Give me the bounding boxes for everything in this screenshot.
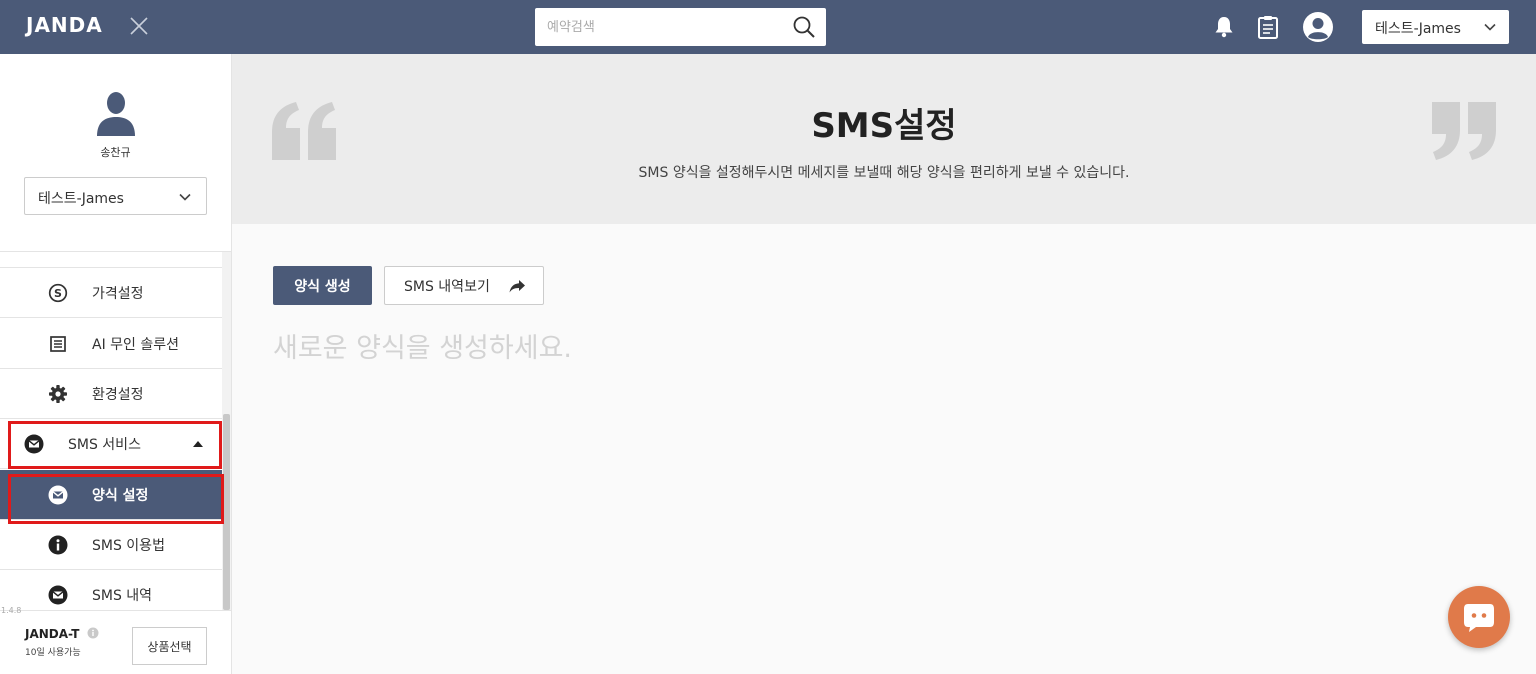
search-icon[interactable] [792,15,816,39]
sidebar-item-label: SMS 이용법 [92,538,165,554]
sidebar-scrollbar-thumb[interactable] [223,414,230,610]
sidebar-item-label: 양식 설정 [92,488,149,504]
info-icon[interactable] [87,627,99,639]
app-logo[interactable]: JANDA [26,13,103,37]
store-select[interactable]: 테스트-James [24,177,207,215]
sidebar-item-hidden[interactable] [0,252,222,268]
sidebar-item-template-settings[interactable]: 양식 설정 [0,470,222,520]
profile-panel: 송찬규 테스트-James [0,54,231,252]
search-input[interactable] [535,8,785,46]
sms-history-button[interactable]: SMS 내역보기 [384,266,544,305]
header-store-label: 테스트-James [1375,21,1461,37]
close-icon[interactable] [128,15,150,37]
top-bar: JANDA 테스트-James [0,0,1536,54]
plan-days: 10일 사용가능 [25,648,81,658]
sidebar-item-ai[interactable]: AI 무인 솔루션 [0,319,222,369]
sms-history-label: SMS 내역보기 [404,278,490,295]
sidebar-item-sms-service[interactable]: SMS 서비스 [0,419,222,469]
create-template-button[interactable]: 양식 생성 [273,266,372,305]
mail-icon [48,485,68,505]
page-subtitle: SMS 양식을 설정해두시면 메세지를 보낼때 해당 양식을 편리하게 보낼 수… [638,165,1130,181]
page-header: SMS설정 SMS 양식을 설정해두시면 메세지를 보낼때 해당 양식을 편리하… [232,54,1536,224]
gear-icon [49,385,67,403]
info-icon [48,535,68,555]
sidebar-item-price[interactable]: S 가격설정 [0,268,222,318]
sidebar-item-sms-history[interactable]: SMS 내역 [0,570,222,610]
avatar[interactable] [95,90,137,136]
sidebar-item-sms-guide[interactable]: SMS 이용법 [0,520,222,570]
page-title: SMS설정 [811,106,957,146]
sidebar-item-label: 가격설정 [92,286,144,302]
version-label: 1.4.8 [1,606,22,615]
select-product-button[interactable]: 상품선택 [132,627,207,665]
empty-state-message: 새로운 양식을 생성하세요. [273,333,572,364]
mail-icon [24,434,44,454]
sidebar-item-label: 환경설정 [92,387,144,403]
mail-icon [48,585,68,605]
dollar-icon: S [48,283,68,303]
chat-button[interactable] [1448,586,1510,648]
sidebar-item-settings[interactable]: 환경설정 [0,369,222,419]
svg-text:S: S [54,287,62,300]
profile-name: 송찬규 [100,146,131,159]
clipboard-icon[interactable] [1255,14,1281,40]
sidebar-footer: JANDA-T 10일 사용가능 상품선택 [0,610,231,674]
chat-bubble-icon [1464,604,1494,632]
calendar-icon [48,252,68,253]
sidebar-item-label: SMS 내역 [92,588,153,604]
caret-up-icon [193,441,203,447]
store-select-label: 테스트-James [38,191,124,207]
share-icon [509,280,525,293]
sidebar: 송찬규 테스트-James S 가격설정 AI 무인 솔루션 환경설정 SMS … [0,54,232,674]
close-quote-icon [1432,102,1496,160]
sidebar-item-label: SMS 서비스 [68,437,141,453]
chevron-down-icon [179,193,191,201]
sidebar-menu: S 가격설정 AI 무인 솔루션 환경설정 SMS 서비스 양식 설정 SMS … [0,252,222,610]
header-store-select[interactable]: 테스트-James [1362,10,1509,44]
plan-name: JANDA-T [25,627,80,641]
list-icon [50,336,66,352]
sidebar-item-label: AI 무인 솔루션 [92,337,180,353]
search-box [535,8,826,46]
bell-icon[interactable] [1211,14,1237,40]
chevron-down-icon [1484,23,1496,31]
user-icon[interactable] [1302,11,1334,43]
